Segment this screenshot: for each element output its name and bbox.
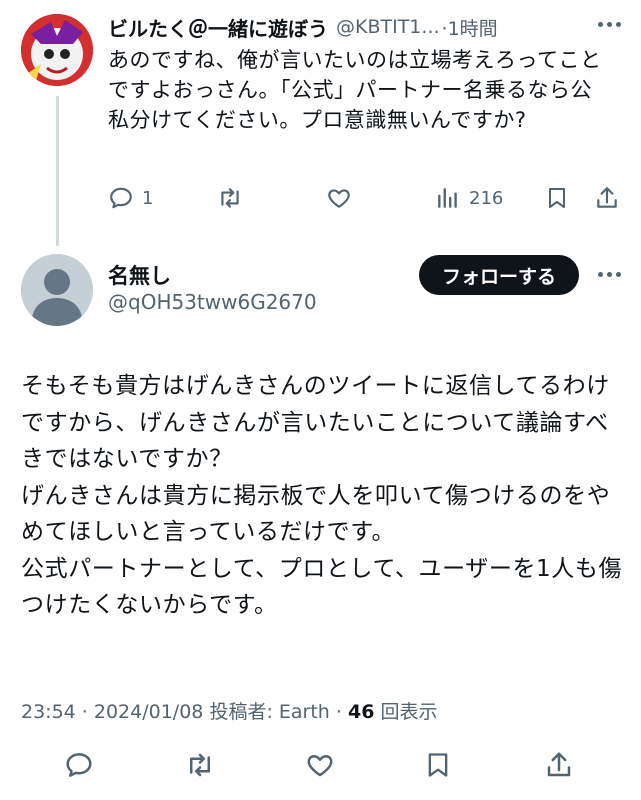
bookmark-button[interactable]	[424, 750, 452, 780]
retweet-button[interactable]	[216, 185, 244, 211]
default-avatar-icon	[21, 254, 93, 326]
like-button[interactable]	[325, 185, 353, 211]
more-icon[interactable]	[598, 272, 621, 277]
bookmark-icon	[549, 188, 565, 208]
main-handle[interactable]: @qOH53tww6G2670	[108, 290, 317, 314]
tweet-meta: 23:54 · 2024/01/08 投稿者: Earth · 46 回表示	[21, 701, 438, 723]
follow-button[interactable]: フォローする	[419, 255, 579, 295]
share-button[interactable]	[544, 750, 574, 780]
retweet-icon	[190, 753, 210, 777]
like-icon	[328, 189, 350, 208]
share-button[interactable]	[594, 185, 620, 211]
reply-count: 1	[142, 187, 154, 209]
views-button[interactable]: 216	[435, 185, 503, 211]
reply-button[interactable]	[64, 750, 94, 780]
views-icon	[438, 188, 457, 208]
like-icon	[307, 755, 333, 777]
parent-display-name[interactable]: ビルたく＠一緒に遊ぼう	[108, 13, 328, 42]
like-button[interactable]	[304, 750, 336, 780]
views-total: 46	[347, 701, 375, 723]
reply-icon	[66, 753, 92, 777]
main-avatar[interactable]	[21, 254, 93, 326]
main-display-name[interactable]: 名無し	[108, 260, 171, 290]
more-icon[interactable]	[598, 22, 621, 27]
retweet-icon	[221, 188, 239, 208]
reply-button[interactable]: 1	[108, 185, 153, 211]
views-count: 216	[469, 187, 504, 209]
parent-avatar[interactable]	[21, 14, 93, 86]
share-icon	[547, 752, 571, 777]
posted-by-label: 投稿者:	[209, 701, 273, 723]
parent-tweet-header: ビルたく＠一緒に遊ぼう @KBTIT1... ·1時間	[108, 12, 641, 42]
parent-timestamp[interactable]: ·1時間	[442, 14, 498, 41]
tweet-timestamp[interactable]: 23:54 · 2024/01/08	[21, 701, 203, 723]
bookmark-button[interactable]	[545, 185, 569, 211]
reply-icon	[110, 187, 132, 209]
parent-avatar-image	[21, 14, 93, 86]
parent-tweet-text: あのですね、俺が言いたいのは立場考えろってことですよおっさん。「公式」パートナー…	[108, 48, 602, 132]
thread-connector-line	[56, 96, 59, 246]
parent-handle[interactable]: @KBTIT1...	[336, 16, 440, 38]
bookmark-icon	[428, 753, 448, 777]
share-icon	[597, 187, 617, 208]
views-label: 回表示	[380, 701, 438, 723]
posted-by-source[interactable]: Earth	[279, 701, 330, 723]
retweet-button[interactable]	[184, 750, 216, 780]
main-tweet-text: そもそも貴方はげんきさんのツイートに返信してるわけですから、げんきさんが言いたい…	[21, 373, 623, 618]
